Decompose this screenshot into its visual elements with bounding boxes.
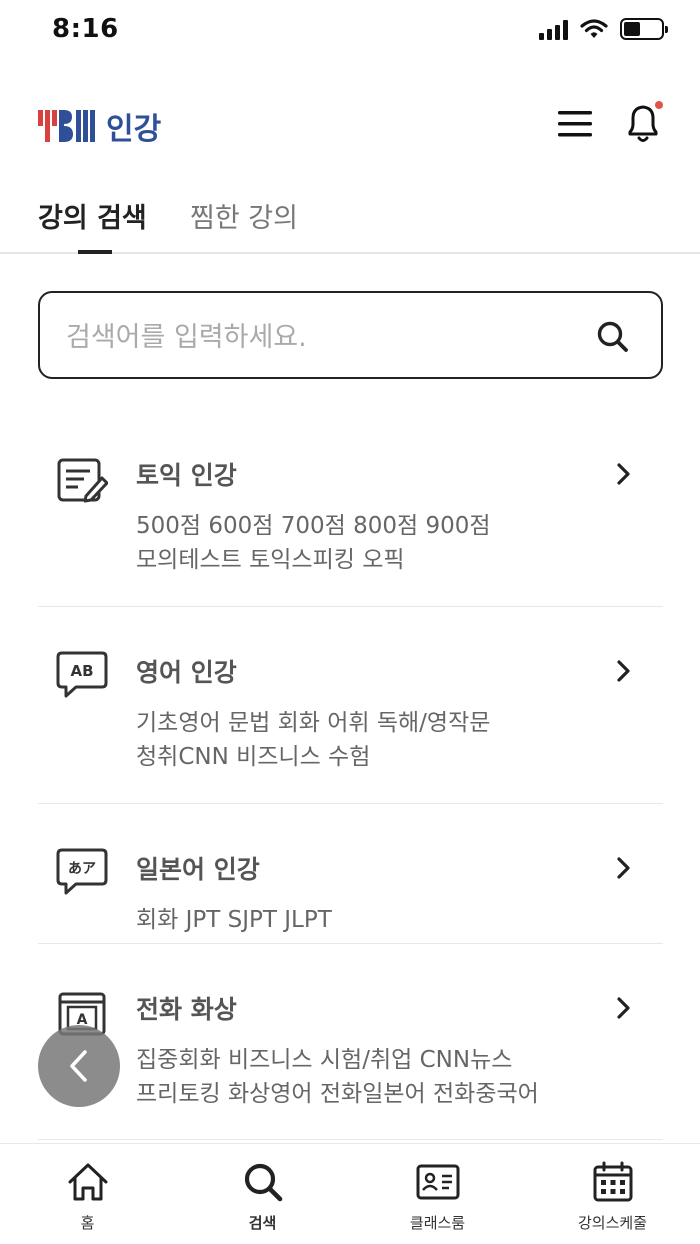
notification-button[interactable]: [622, 100, 666, 146]
bottom-nav: 홈 검색 클래스룸 강의스케줄: [0, 1143, 700, 1244]
bell-icon: [628, 101, 663, 142]
svg-text:あア: あア: [68, 861, 96, 877]
tab-saved-courses[interactable]: 찜한 강의: [190, 196, 298, 235]
category-title: 토익 인강: [136, 461, 237, 490]
wifi-icon: [580, 19, 608, 38]
category-subtitle: 500점 600점 700점 800점 900점: [136, 513, 491, 539]
cellular-signal-icon: [539, 18, 568, 40]
category-subtitle: 기초영어 문법 회화 어휘 독해/영작문: [136, 710, 491, 736]
category-subtitle: 회화 JPT SJPT JLPT: [136, 907, 332, 933]
form-edit-icon: [57, 458, 108, 503]
japanese-chat-icon: あア: [56, 848, 108, 895]
category-subtitle: 모의테스트 토익스피킹 오픽: [136, 547, 405, 573]
status-icons: [539, 18, 668, 40]
category-phone-video[interactable]: A 전화 화상 집중회화 비즈니스 시험/취업 CNN뉴스 프리토킹 화상영어 …: [38, 944, 663, 1140]
id-card-icon: [416, 1164, 460, 1200]
search-icon: [597, 321, 628, 352]
hamburger-icon: [558, 111, 592, 137]
home-icon: [68, 1163, 108, 1201]
category-toeic[interactable]: 토익 인강 500점 600점 700점 800점 900점 모의테스트 토익스…: [38, 420, 663, 607]
chevron-right-icon: [617, 660, 630, 682]
search-input[interactable]: [66, 317, 586, 357]
menu-button[interactable]: [556, 108, 596, 140]
tab-bar: 강의 검색 찜한 강의: [0, 190, 700, 254]
nav-schedule[interactable]: 강의스케줄: [525, 1144, 700, 1244]
ybm-logo-mark: [38, 108, 100, 144]
category-title: 일본어 인강: [136, 855, 260, 884]
search-icon: [244, 1163, 283, 1202]
chevron-right-icon: [617, 997, 630, 1019]
svg-text:AB: AB: [70, 662, 93, 680]
logo[interactable]: 인강: [38, 104, 161, 148]
category-english[interactable]: AB 영어 인강 기초영어 문법 회화 어휘 독해/영작문 청취CNN 비즈니스…: [38, 607, 663, 804]
notification-dot: [655, 101, 663, 109]
chevron-right-icon: [617, 857, 630, 879]
nav-home[interactable]: 홈: [0, 1144, 175, 1244]
category-subtitle: 집중회화 비즈니스 시험/취업 CNN뉴스: [136, 1047, 513, 1073]
logo-text: 인강: [106, 112, 162, 147]
back-button[interactable]: [38, 1025, 120, 1107]
search-button[interactable]: [595, 319, 631, 355]
category-japanese[interactable]: あア 일본어 인강 회화 JPT SJPT JLPT: [38, 804, 663, 944]
calendar-icon: [593, 1161, 633, 1202]
category-subtitle: 청취CNN 비즈니스 수험: [136, 744, 371, 770]
status-time: 8:16: [52, 14, 119, 44]
chevron-right-icon: [617, 463, 630, 485]
ab-chat-icon: AB: [56, 651, 108, 698]
nav-label: 홈: [80, 1214, 95, 1232]
category-subtitle: 프리토킹 화상영어 전화일본어 전화중국어: [136, 1081, 539, 1107]
category-title: 영어 인강: [136, 658, 237, 687]
app-header: 인강: [0, 90, 700, 160]
nav-label: 강의스케줄: [577, 1214, 647, 1232]
search-box: [38, 291, 663, 379]
battery-icon: [620, 18, 668, 40]
active-tab-indicator: [78, 250, 112, 254]
category-title: 전화 화상: [136, 995, 237, 1024]
nav-classroom[interactable]: 클래스룸: [350, 1144, 525, 1244]
nav-label: 클래스룸: [409, 1214, 466, 1232]
status-bar: 8:16: [0, 0, 700, 64]
nav-search[interactable]: 검색: [175, 1144, 350, 1244]
nav-label: 검색: [248, 1214, 277, 1232]
chevron-left-icon: [70, 1050, 87, 1082]
tab-course-search[interactable]: 강의 검색: [38, 196, 147, 235]
